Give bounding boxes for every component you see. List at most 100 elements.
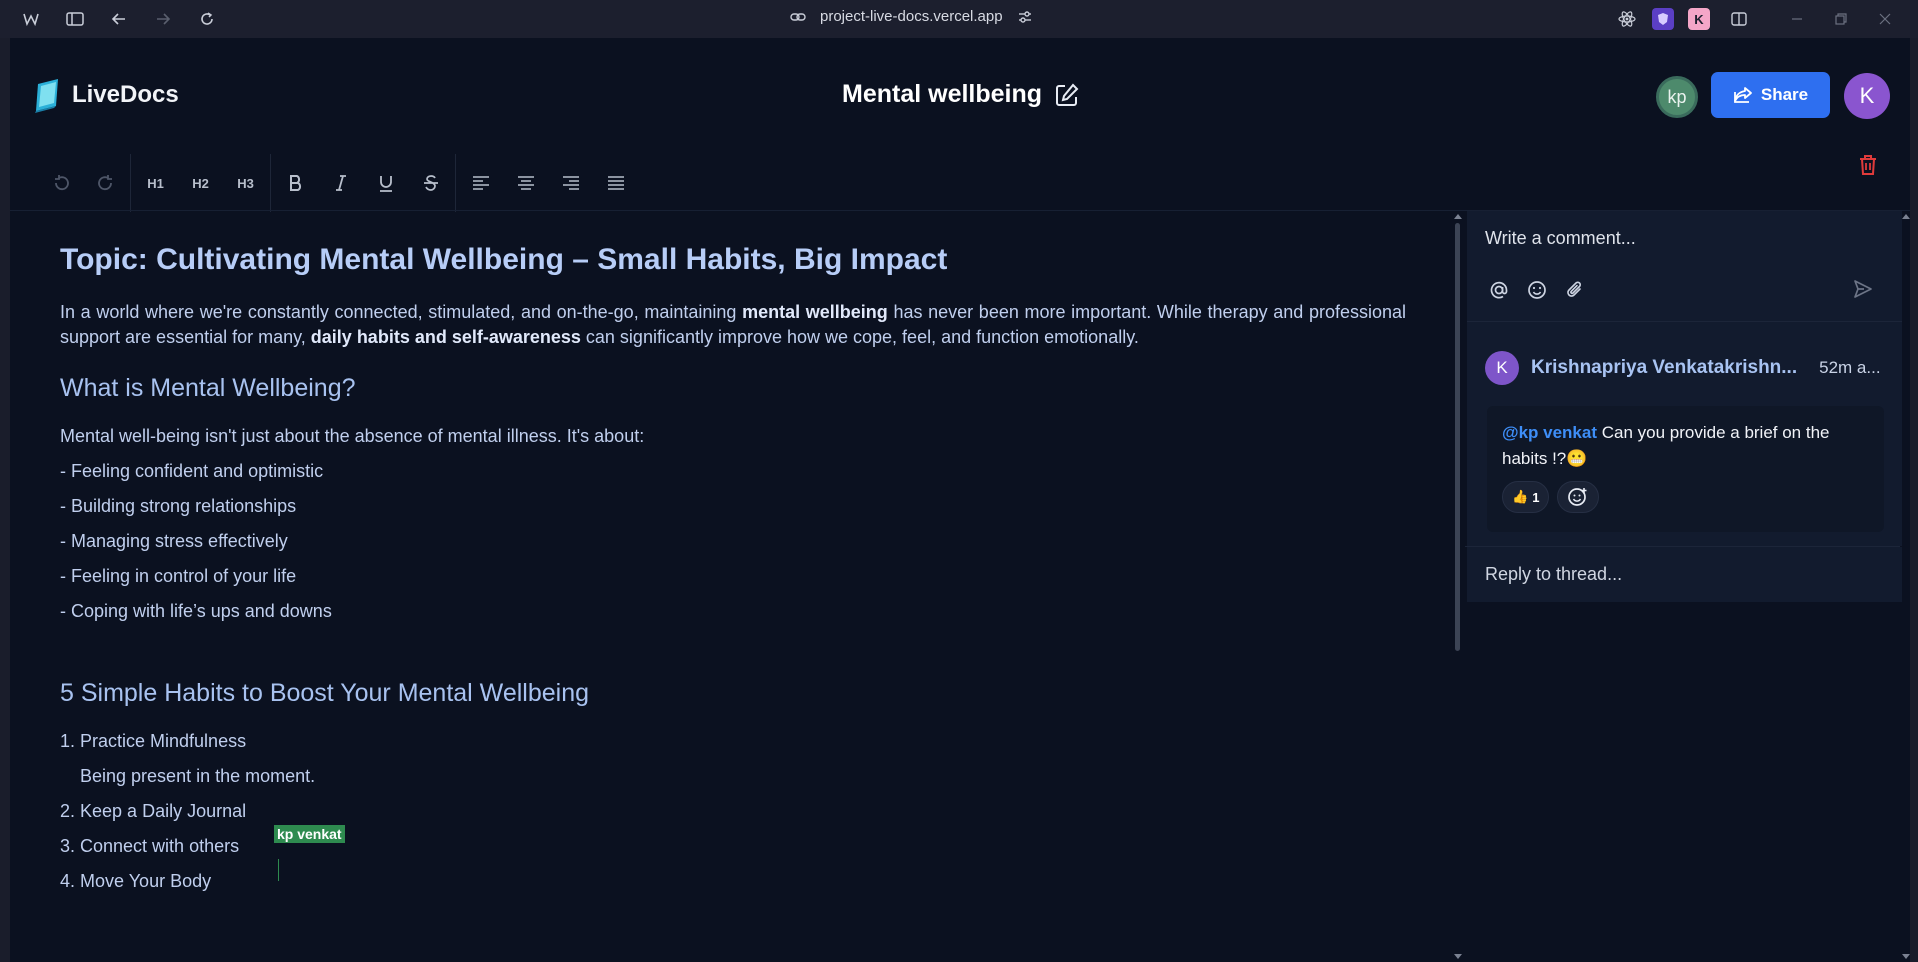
- address-bar[interactable]: project-live-docs.vercel.app: [790, 8, 1033, 25]
- comment-author-row: K Krishnapriya Venkatakrishn... 52m a...: [1485, 351, 1881, 385]
- comment-timestamp: 52m a...: [1819, 358, 1881, 377]
- reload-icon[interactable]: [192, 4, 222, 34]
- scroll-down-icon[interactable]: [1902, 954, 1910, 959]
- user-avatar[interactable]: K: [1844, 73, 1890, 119]
- app: LiveDocs Mental wellbeing kp Share K H1 …: [10, 38, 1910, 962]
- section1-line[interactable]: - Coping with life’s ups and downs: [60, 601, 332, 622]
- minimize-icon[interactable]: [1782, 4, 1812, 34]
- add-reaction-button[interactable]: [1557, 481, 1600, 513]
- doc-title-area[interactable]: Mental wellbeing: [842, 80, 1080, 109]
- browser-chrome: project-live-docs.vercel.app K: [0, 0, 1918, 38]
- link-icon: [790, 9, 806, 25]
- collaborator-cursor-label: kp venkat: [274, 825, 345, 843]
- mention-icon[interactable]: [1488, 279, 1510, 301]
- restore-icon[interactable]: [1826, 4, 1856, 34]
- toolbar-divider: [270, 154, 271, 212]
- section-heading-habits[interactable]: 5 Simple Habits to Boost Your Mental Wel…: [60, 679, 589, 708]
- sidebar-toggle-icon[interactable]: [60, 4, 90, 34]
- split-view-icon[interactable]: [1724, 4, 1754, 34]
- comments-panel: K Krishnapriya Venkatakrishn... 52m a...…: [1465, 211, 1910, 962]
- comment-input[interactable]: [1467, 225, 1887, 251]
- scroll-down-icon[interactable]: [1454, 954, 1462, 959]
- section1-line[interactable]: - Managing stress effectively: [60, 531, 288, 552]
- react-devtools-icon[interactable]: [1616, 8, 1638, 30]
- collaborator-avatar[interactable]: kp: [1656, 76, 1698, 118]
- edit-title-icon[interactable]: [1054, 82, 1080, 108]
- align-right-button[interactable]: [548, 163, 593, 203]
- toolbar-divider: [130, 154, 131, 212]
- strikethrough-button[interactable]: [408, 163, 453, 203]
- browser-logo-icon[interactable]: [16, 4, 46, 34]
- site-settings-icon[interactable]: [1017, 9, 1033, 25]
- document-heading[interactable]: Topic: Cultivating Mental Wellbeing – Sm…: [60, 243, 947, 277]
- comment-divider: [1467, 321, 1902, 322]
- comment-author-avatar: K: [1485, 351, 1519, 385]
- reply-input[interactable]: [1467, 559, 1887, 589]
- reactions: 👍 1: [1502, 481, 1600, 513]
- section1-line[interactable]: Mental well-being isn't just about the a…: [60, 426, 644, 447]
- send-icon[interactable]: [1852, 278, 1874, 300]
- scrollbar-thumb[interactable]: [1455, 223, 1460, 651]
- header: LiveDocs Mental wellbeing kp Share K: [10, 38, 1910, 156]
- comment-tools: [1488, 279, 1586, 301]
- heading2-button[interactable]: H2: [178, 163, 223, 203]
- section1-line[interactable]: - Feeling confident and optimistic: [60, 461, 323, 482]
- intro-bold-1: mental wellbeing: [742, 302, 888, 322]
- comment-mention[interactable]: @kp venkat: [1502, 423, 1597, 442]
- heading1-button[interactable]: H1: [133, 163, 178, 203]
- collaborator-caret: [278, 859, 279, 881]
- section1-line[interactable]: - Building strong relationships: [60, 496, 296, 517]
- share-button[interactable]: Share: [1711, 72, 1830, 118]
- align-left-button[interactable]: [458, 163, 503, 203]
- comment-body: @kp venkat Can you provide a brief on th…: [1487, 406, 1884, 532]
- attachment-icon[interactable]: [1564, 279, 1586, 301]
- scroll-up-icon[interactable]: [1454, 214, 1462, 219]
- reaction-thumbs-up[interactable]: 👍 1: [1502, 481, 1550, 513]
- livedocs-logo-icon: [32, 76, 64, 114]
- comment-text: @kp venkat Can you provide a brief on th…: [1502, 420, 1872, 472]
- bold-button[interactable]: [273, 163, 318, 203]
- app-name: LiveDocs: [72, 81, 179, 108]
- formatting-toolbar: H1 H2 H3: [38, 154, 638, 212]
- share-icon: [1733, 86, 1753, 104]
- align-justify-button[interactable]: [593, 163, 638, 203]
- comment-emoji: 😬: [1566, 449, 1588, 468]
- document-editor[interactable]: Topic: Cultivating Mental Wellbeing – Sm…: [10, 211, 1451, 962]
- emoji-icon[interactable]: [1526, 279, 1548, 301]
- comment-thread: K Krishnapriya Venkatakrishn... 52m a...…: [1467, 211, 1902, 546]
- intro-text-1: In a world where we're constantly connec…: [60, 302, 743, 322]
- reaction-count: 1: [1532, 489, 1540, 505]
- intro-text-3: can significantly improve how we cope, f…: [580, 327, 1139, 347]
- doc-title[interactable]: Mental wellbeing: [842, 80, 1042, 109]
- share-label: Share: [1760, 85, 1809, 104]
- delete-document-button[interactable]: [1855, 152, 1881, 178]
- heading3-button[interactable]: H3: [223, 163, 268, 203]
- comment-author-name: Krishnapriya Venkatakrishn...: [1531, 357, 1798, 378]
- reply-box: [1467, 547, 1902, 602]
- intro-paragraph[interactable]: In a world where we're constantly connec…: [60, 300, 1406, 350]
- section1-line[interactable]: - Feeling in control of your life: [60, 566, 296, 587]
- url-text[interactable]: project-live-docs.vercel.app: [820, 8, 1003, 25]
- comments-scrollbar[interactable]: [1902, 211, 1910, 962]
- italic-button[interactable]: [318, 163, 363, 203]
- extension-k-icon[interactable]: K: [1688, 8, 1710, 30]
- redo-button[interactable]: [83, 163, 128, 203]
- section2-line[interactable]: Being present in the moment.: [80, 766, 315, 787]
- scroll-up-icon[interactable]: [1902, 214, 1910, 219]
- undo-button[interactable]: [38, 163, 83, 203]
- extension-shield-icon[interactable]: [1652, 8, 1674, 30]
- section2-line[interactable]: 4. Move Your Body: [60, 871, 211, 892]
- toolbar-divider: [455, 154, 456, 212]
- logo[interactable]: LiveDocs: [32, 76, 179, 114]
- back-icon[interactable]: [104, 4, 134, 34]
- section-heading-what-is[interactable]: What is Mental Wellbeing?: [60, 374, 356, 403]
- section2-line[interactable]: 3. Connect with others: [60, 836, 239, 857]
- thumbs-up-icon: 👍: [1512, 489, 1529, 504]
- section2-line[interactable]: 2. Keep a Daily Journal: [60, 801, 246, 822]
- underline-button[interactable]: [363, 163, 408, 203]
- close-window-icon[interactable]: [1870, 4, 1900, 34]
- section2-line[interactable]: 1. Practice Mindfulness: [60, 731, 246, 752]
- editor-scrollbar[interactable]: [1451, 211, 1465, 962]
- forward-icon[interactable]: [148, 4, 178, 34]
- align-center-button[interactable]: [503, 163, 548, 203]
